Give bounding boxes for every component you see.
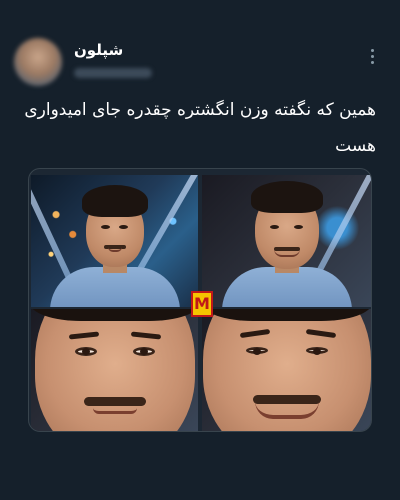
mustache — [83, 397, 146, 406]
eye — [294, 225, 303, 229]
mouth — [92, 407, 137, 414]
eye — [75, 347, 97, 356]
hair — [250, 181, 323, 213]
more-options-button[interactable] — [362, 44, 382, 68]
meme-panel-bottom-right — [202, 309, 371, 431]
more-vertical-icon-dot — [370, 60, 374, 64]
tweet-text: همین که نگفته وزن انگشتره چقدره جای امید… — [24, 100, 376, 156]
tweet-media-image[interactable]: M — [28, 168, 372, 432]
hair — [81, 185, 148, 217]
meme-panel-bottom-left — [31, 309, 198, 431]
blurred-handle — [74, 68, 152, 78]
eye — [119, 225, 128, 229]
mouth — [273, 249, 300, 257]
channel-logo-badge: M — [191, 291, 213, 317]
eye — [101, 225, 110, 229]
mouth — [254, 401, 319, 419]
tweet[interactable]: شپلون همین که نگفته وزن انگشتره چقدره جا… — [0, 0, 400, 500]
more-vertical-icon-dot — [370, 54, 374, 58]
tweet-header: شپلون — [74, 40, 334, 78]
meme-panel-top-right — [202, 175, 371, 307]
more-vertical-icon — [370, 48, 374, 52]
eye — [306, 347, 328, 355]
avatar[interactable] — [14, 38, 62, 86]
meme-panel-top-left — [31, 175, 198, 307]
eye — [133, 347, 155, 356]
eye — [270, 225, 279, 229]
logo-letter: M — [194, 294, 210, 313]
display-name[interactable]: شپلون — [74, 40, 334, 60]
eye — [246, 347, 268, 355]
